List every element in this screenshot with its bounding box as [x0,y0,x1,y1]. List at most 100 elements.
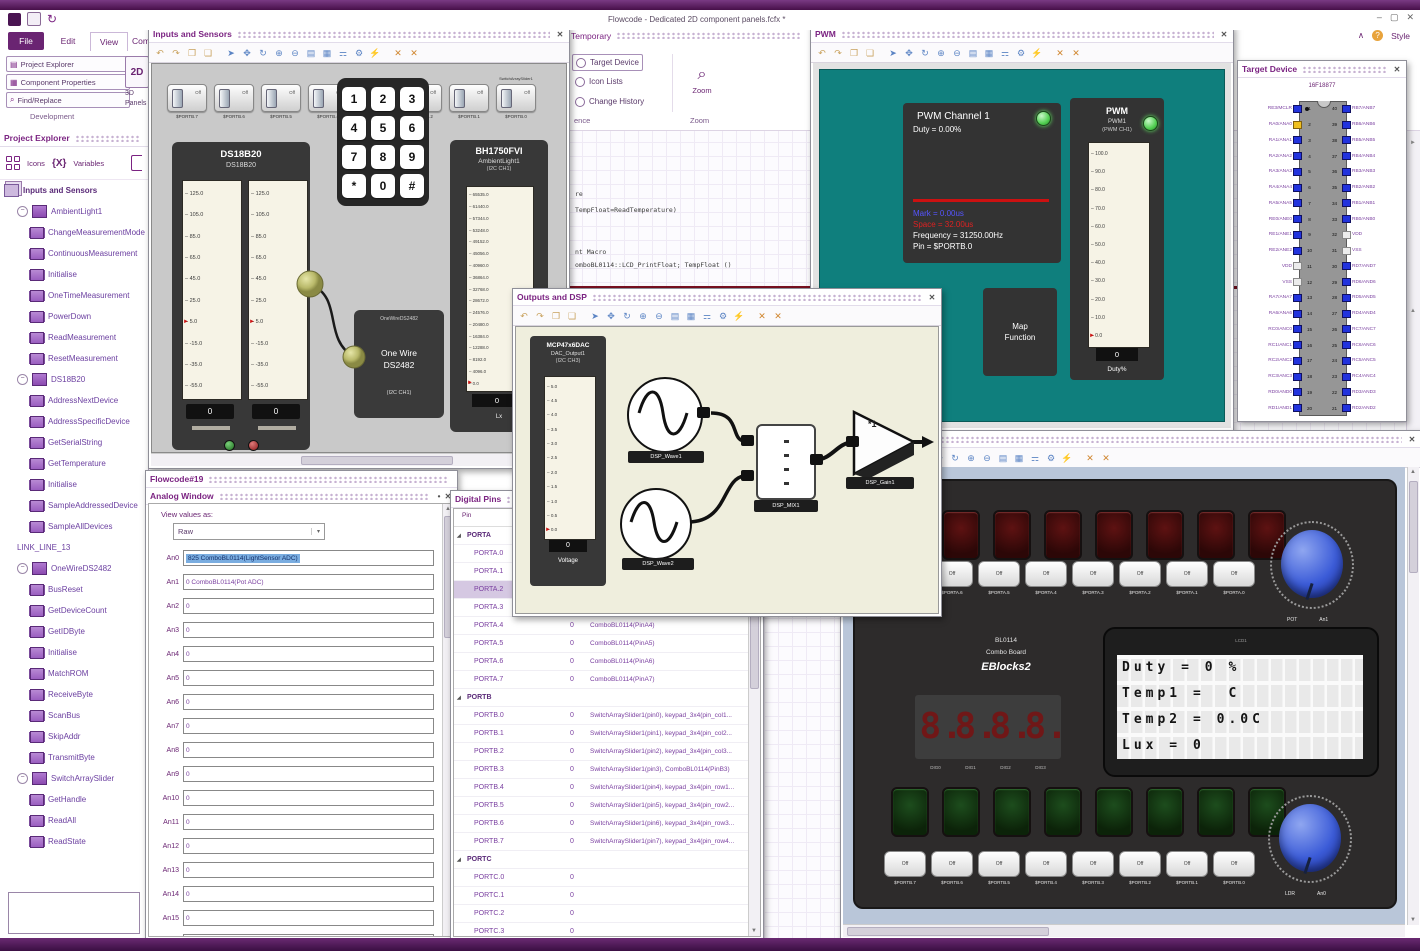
tree-item-GetIDByte[interactable]: GetIDByte [0,621,148,642]
zoom-in-icon[interactable]: ⊕ [637,310,649,322]
keypad-key-3[interactable]: 3 [400,86,424,111]
rotate-icon[interactable]: ↻ [621,310,633,322]
help-icon[interactable]: ? [1372,30,1384,41]
scroll-right-icon[interactable]: ► [1410,140,1416,146]
port-button-$PORTB.7[interactable]: Off $PORTB.7 [884,851,926,885]
wand-icon[interactable]: ⚡ [369,47,381,59]
pin-row-PORTA.7[interactable]: PORTA.7 0 ComboBL0114(PinA7) [454,671,760,689]
keypad-key-8[interactable]: 8 [371,144,395,169]
chart-icon[interactable]: ⚎ [1029,452,1041,464]
analog-value-field[interactable]: 0 [183,742,434,758]
keypad-key-5[interactable]: 5 [371,115,395,140]
tree-item-SampleAllDevices[interactable]: SampleAllDevices [0,516,148,537]
pin-row-PORTB.5[interactable]: PORTB.5 0 SwitchArraySlider1(pin5), keypad… [454,797,760,815]
delete-icon[interactable]: ✕ [1084,452,1096,464]
off-button[interactable]: Off [1025,561,1067,587]
port-button-$PORTB.2[interactable]: Off $PORTB.2 [1119,851,1161,885]
switch-knob[interactable] [172,89,183,108]
pin-window-icon[interactable]: • [435,492,443,501]
move-icon[interactable]: ✥ [241,47,253,59]
slider-switch-$PORTB.0[interactable]: SwitchArraySlider1 Off $PORTB.0 [496,76,536,119]
tree-item-ResetMeasurement[interactable]: ResetMeasurement [0,348,148,369]
clear-all-icon[interactable]: ✕ [772,310,784,322]
analog-value-field[interactable]: 0 [183,934,434,936]
keypad-key-*[interactable]: * [342,173,366,198]
switch-knob[interactable] [501,89,512,108]
config-icon[interactable]: ⚙ [1015,47,1027,59]
off-button[interactable]: Off [978,851,1020,877]
analog-value-field[interactable]: 0 [183,646,434,662]
switch-body[interactable]: Off [496,84,536,112]
tree-item-BusReset[interactable]: BusReset [0,579,148,600]
port-button-$PORTB.5[interactable]: Off $PORTB.5 [978,851,1020,885]
pin-row-PORTC.3[interactable]: PORTC.3 0 [454,923,760,936]
analog-value-field[interactable]: 0 ComboBL0114(Pot ADC) [183,574,434,590]
off-button[interactable]: Off [1072,851,1114,877]
zoom-out-icon[interactable]: ⊖ [951,47,963,59]
tree-item-AddressSpecificDevice[interactable]: AddressSpecificDevice [0,411,148,432]
port-button-$PORTA.3[interactable]: Off $PORTA.3 [1072,561,1114,595]
tab-view[interactable]: View [90,32,128,51]
port-button-$PORTA.0[interactable]: Off $PORTA.0 [1213,561,1255,595]
switch-body[interactable]: Off [214,84,254,112]
tree-item-AddressNextDevice[interactable]: AddressNextDevice [0,390,148,411]
macros-tab-icon[interactable] [131,155,142,171]
slider-switch-$PORTB.6[interactable]: Off $PORTB.6 [214,84,254,119]
close-icon[interactable]: ✕ [1406,12,1414,23]
rotate-icon[interactable]: ↻ [919,47,931,59]
copy-icon[interactable]: ❐ [186,47,198,59]
expand-arrow-icon[interactable]: ◢ [457,533,465,539]
tree-item-ReceiveByte[interactable]: ReceiveByte [0,684,148,705]
icons-tab-icon[interactable] [6,156,20,170]
view-3d-icon[interactable]: ▦ [321,47,333,59]
tree-item-ReadMeasurement[interactable]: ReadMeasurement [0,327,148,348]
off-button[interactable]: Off [1213,561,1255,587]
tree-item-SkipAddr[interactable]: SkipAddr [0,726,148,747]
switch-knob[interactable] [313,89,324,108]
close-icon[interactable]: ✕ [1392,65,1402,74]
off-button[interactable]: Off [978,561,1020,587]
scroll-up-icon[interactable]: ▲ [1410,308,1416,314]
component-properties-button[interactable]: ▦ Component Properties [6,74,130,90]
pin-row-PORTC[interactable]: ◢ PORTC [454,851,760,869]
view-top-icon[interactable]: ▤ [997,452,1009,464]
zoom-in-icon[interactable]: ⊕ [935,47,947,59]
clear-all-icon[interactable]: ✕ [408,47,420,59]
icon-lists-toggle[interactable]: Icon Lists [572,74,626,89]
keypad-key-9[interactable]: 9 [400,144,424,169]
analog-value-field[interactable]: 0 [183,598,434,614]
paste-icon[interactable]: ❏ [864,47,876,59]
ds18b20-scale-1[interactable]: ‒ 125.0 ‒ 105.0 ‒ 85.0 ‒ 65.0 ‒ 45.0 ‒ 25.0 ‒ … [182,180,242,400]
tree-item-ContinuousMeasurement[interactable]: ContinuousMeasurement [0,243,148,264]
tree-item-LINK_LINE_13[interactable]: LINK_LINE_13 [0,537,148,558]
wand-icon[interactable]: ⚡ [1061,452,1073,464]
analog-value-field[interactable]: 0 [183,766,434,782]
port-button-$PORTB.3[interactable]: Off $PORTB.3 [1072,851,1114,885]
analog-value-field[interactable]: 0 [183,694,434,710]
switch-body[interactable]: Off [449,84,489,112]
clear-all-icon[interactable]: ✕ [1100,452,1112,464]
port-button-$PORTB.1[interactable]: Off $PORTB.1 [1166,851,1208,885]
keypad-key-#[interactable]: # [400,173,424,198]
expand-arrow-icon[interactable]: ◢ [457,857,465,863]
config-icon[interactable]: ⚙ [353,47,365,59]
pwm-duty-scale[interactable]: ‒ 100.0 ‒ 90.0 ‒ 80.0 ‒ 70.0 ‒ 60.0 ‒ 50.0 ‒ 4… [1088,142,1150,348]
switch-body[interactable]: Off [261,84,301,112]
port-button-$PORTB.4[interactable]: Off $PORTB.4 [1025,851,1067,885]
cursor-icon[interactable]: ➤ [225,47,237,59]
switch-knob[interactable] [219,89,230,108]
keypad-key-4[interactable]: 4 [342,115,366,140]
icons-tab-label[interactable]: Icons [27,159,45,168]
rotate-icon[interactable]: ↻ [949,452,961,464]
off-button[interactable]: Off [1213,851,1255,877]
view-values-dropdown[interactable]: Raw ▾ [173,523,325,540]
pin-row-PORTA.6[interactable]: PORTA.6 0 ComboBL0114(PinA6) [454,653,760,671]
tree-item-GetSerialString[interactable]: GetSerialString [0,432,148,453]
pin-row-PORTB.1[interactable]: PORTB.1 0 SwitchArraySlider1(pin1), keypad… [454,725,760,743]
paste-icon[interactable]: ❏ [566,310,578,322]
slider-switch-$PORTB.1[interactable]: Off $PORTB.1 [449,84,489,119]
tree-item-GetDeviceCount[interactable]: GetDeviceCount [0,600,148,621]
off-button[interactable]: Off [931,851,973,877]
pin-row-PORTB.6[interactable]: PORTB.6 0 SwitchArraySlider1(pin6), keypad… [454,815,760,833]
tree-item-Initialise[interactable]: Initialise [0,642,148,663]
